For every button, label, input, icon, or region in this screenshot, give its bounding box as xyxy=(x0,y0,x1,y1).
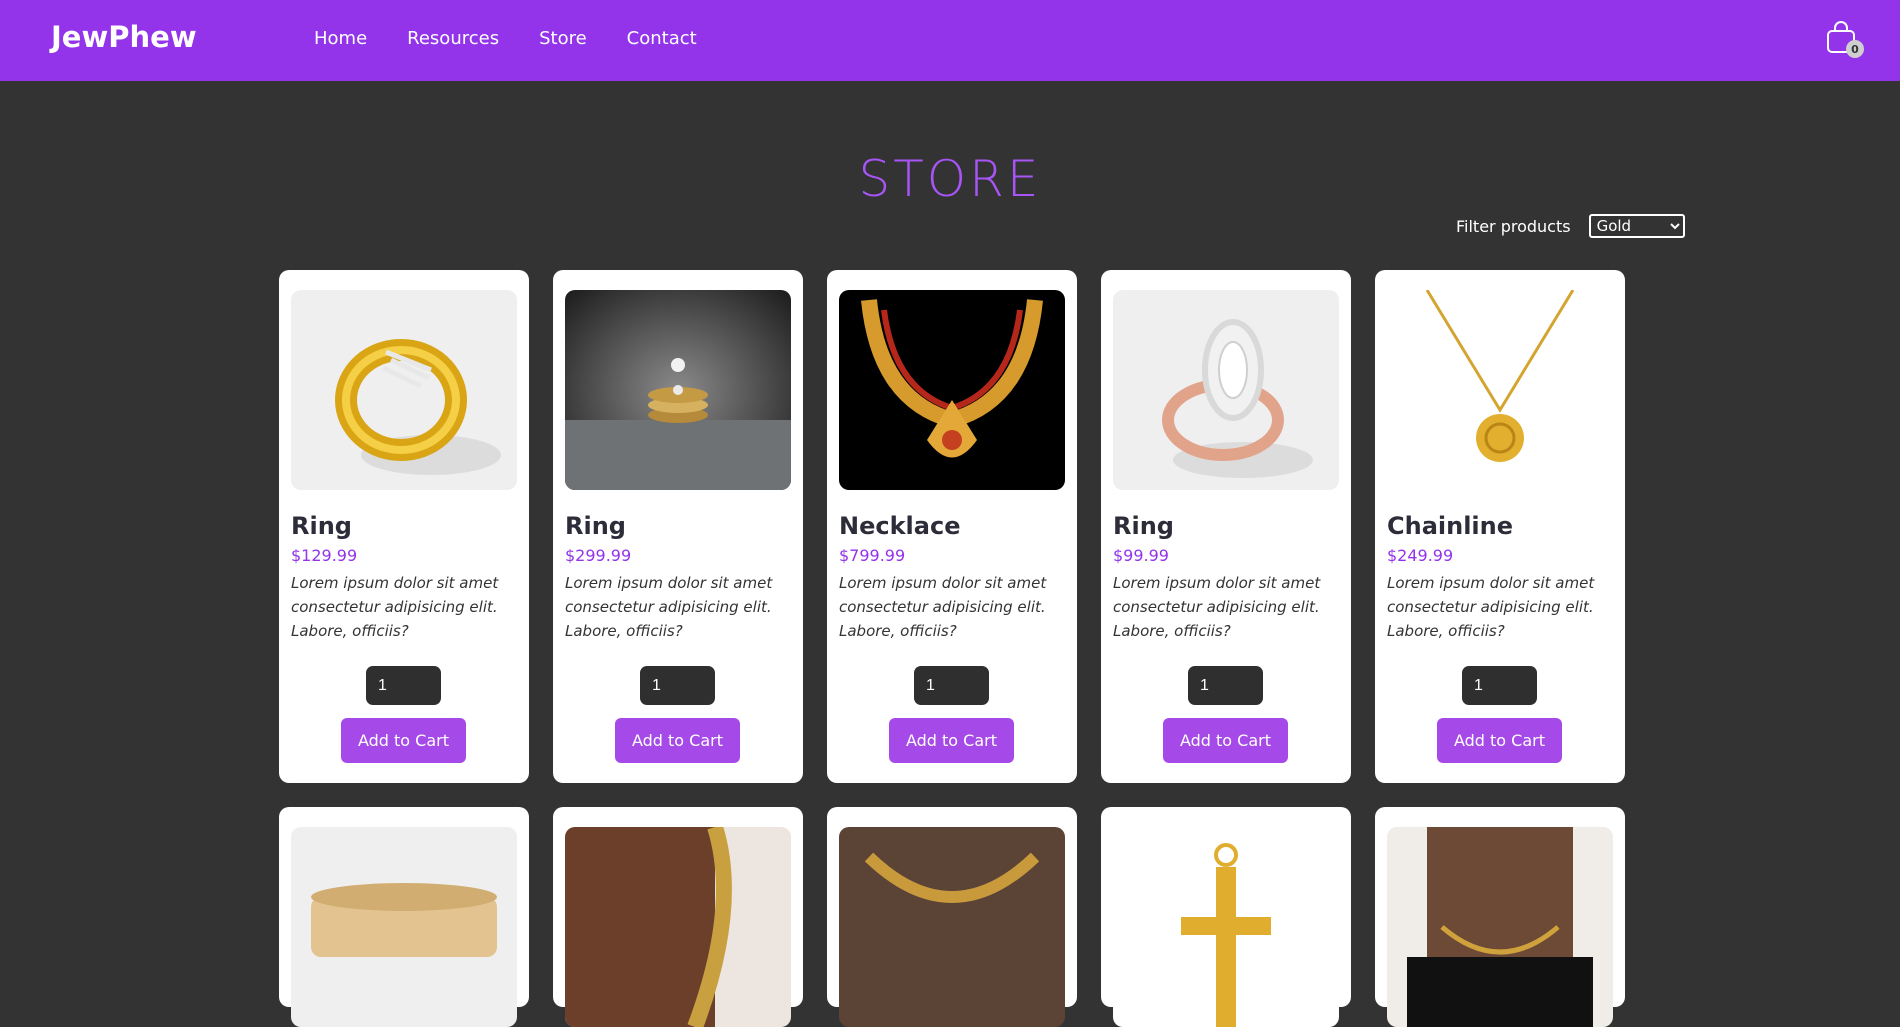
filter-label: Filter products xyxy=(1456,216,1571,236)
product-card: Ring $129.99 Lorem ipsum dolor sit amet … xyxy=(279,270,529,783)
quantity-input[interactable] xyxy=(366,666,441,705)
product-name: Necklace xyxy=(839,512,961,540)
product-image-chain[interactable] xyxy=(1387,290,1613,490)
product-name: Ring xyxy=(291,512,352,540)
filter-bar: Filter products Gold xyxy=(1456,214,1685,238)
product-description: Lorem ipsum dolor sit amet consectetur a… xyxy=(291,574,499,640)
product-card: Ring $299.99 Lorem ipsum dolor sit amet … xyxy=(553,270,803,783)
product-card xyxy=(1375,807,1625,1027)
nav-links: Home Resources Store Contact xyxy=(314,28,697,49)
product-price: $129.99 xyxy=(291,546,358,565)
nav-link-home[interactable]: Home xyxy=(314,28,367,49)
product-image-ring[interactable] xyxy=(1113,290,1339,490)
product-image-ring[interactable] xyxy=(565,290,791,490)
product-card: Chainline $249.99 Lorem ipsum dolor sit … xyxy=(1375,270,1625,783)
navbar: JewPhew Home Resources Store Contact 0 xyxy=(0,0,1900,81)
product-image-ring[interactable] xyxy=(291,290,517,490)
quantity-input[interactable] xyxy=(1188,666,1263,705)
product-price: $249.99 xyxy=(1387,546,1454,565)
nav-link-contact[interactable]: Contact xyxy=(627,28,697,49)
quantity-input[interactable] xyxy=(914,666,989,705)
product-image-bracelet[interactable] xyxy=(291,827,517,1027)
product-price: $299.99 xyxy=(565,546,632,565)
product-card xyxy=(279,807,529,1027)
filter-select[interactable]: Gold xyxy=(1588,214,1685,238)
product-card xyxy=(827,807,1077,1027)
product-description: Lorem ipsum dolor sit amet consectetur a… xyxy=(1113,574,1321,640)
product-image-chain[interactable] xyxy=(565,827,791,1027)
add-to-cart-button[interactable]: Add to Cart xyxy=(341,718,466,763)
product-image-chain[interactable] xyxy=(839,827,1065,1027)
nav-link-store[interactable]: Store xyxy=(539,28,587,49)
product-card: Necklace $799.99 Lorem ipsum dolor sit a… xyxy=(827,270,1077,783)
page-title: STORE xyxy=(858,150,1042,208)
quantity-input[interactable] xyxy=(640,666,715,705)
add-to-cart-button[interactable]: Add to Cart xyxy=(889,718,1014,763)
product-name: Chainline xyxy=(1387,512,1514,540)
product-card: Ring $99.99 Lorem ipsum dolor sit amet c… xyxy=(1101,270,1351,783)
product-description: Lorem ipsum dolor sit amet consectetur a… xyxy=(1387,574,1595,640)
cart-count-badge: 0 xyxy=(1846,40,1864,58)
add-to-cart-button[interactable]: Add to Cart xyxy=(615,718,740,763)
brand-logo[interactable]: JewPhew xyxy=(51,20,197,54)
product-description: Lorem ipsum dolor sit amet consectetur a… xyxy=(565,574,773,640)
add-to-cart-button[interactable]: Add to Cart xyxy=(1437,718,1562,763)
product-description: Lorem ipsum dolor sit amet consectetur a… xyxy=(839,574,1047,640)
cart-button[interactable]: 0 xyxy=(1826,20,1864,60)
product-grid: Ring $129.99 Lorem ipsum dolor sit amet … xyxy=(279,270,1625,1027)
add-to-cart-button[interactable]: Add to Cart xyxy=(1163,718,1288,763)
product-image-necklace[interactable] xyxy=(839,290,1065,490)
product-card xyxy=(1101,807,1351,1027)
quantity-input[interactable] xyxy=(1462,666,1537,705)
product-card xyxy=(553,807,803,1027)
product-image-chain[interactable] xyxy=(1387,827,1613,1027)
nav-link-resources[interactable]: Resources xyxy=(407,28,499,49)
product-image-cross-pendant[interactable] xyxy=(1113,827,1339,1027)
product-price: $99.99 xyxy=(1113,546,1169,565)
product-price: $799.99 xyxy=(839,546,906,565)
product-name: Ring xyxy=(565,512,626,540)
product-name: Ring xyxy=(1113,512,1174,540)
